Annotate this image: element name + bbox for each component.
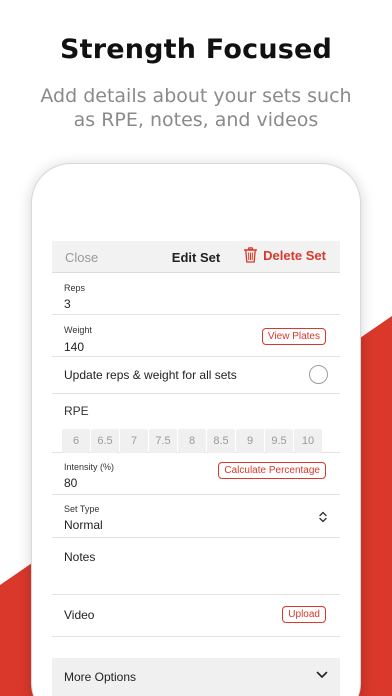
rpe-option[interactable]: 6: [62, 429, 90, 453]
rpe-option[interactable]: 10: [294, 429, 322, 453]
rpe-options: 6 6.5 7 7.5 8 8.5 9 9.5 10: [62, 429, 323, 453]
weight-label: Weight: [64, 325, 92, 335]
rpe-option[interactable]: 8.5: [207, 429, 235, 453]
set-type-value: Normal: [64, 518, 103, 532]
rpe-option[interactable]: 7: [120, 429, 148, 453]
video-label: Video: [64, 608, 95, 622]
set-type-select[interactable]: Set Type Normal: [52, 495, 340, 538]
rpe-label: RPE: [64, 404, 89, 418]
top-bar: Close Edit Set Delete Set: [52, 241, 340, 273]
update-all-sets-row[interactable]: Update reps & weight for all sets: [52, 357, 340, 394]
more-options-button[interactable]: More Options: [52, 658, 340, 696]
reps-value[interactable]: 3: [64, 297, 71, 311]
notes-label: Notes: [64, 550, 96, 564]
more-options-label: More Options: [64, 670, 137, 684]
rpe-option[interactable]: 9: [236, 429, 264, 453]
weight-field[interactable]: Weight 140 View Plates: [52, 315, 340, 357]
chevron-down-icon: [316, 671, 328, 678]
upload-video-button[interactable]: Upload: [282, 606, 326, 623]
intensity-label: Intensity (%): [64, 462, 115, 472]
rpe-option[interactable]: 9.5: [265, 429, 293, 453]
update-all-sets-radio[interactable]: [309, 365, 328, 384]
delete-set-label: Delete Set: [263, 247, 326, 263]
video-field: Video Upload: [52, 595, 340, 637]
rpe-option[interactable]: 7.5: [149, 429, 177, 453]
chevron-up-down-icon: [319, 511, 327, 523]
calculate-percentage-button[interactable]: Calculate Percentage: [218, 462, 326, 479]
edit-set-screen: Close Edit Set Delete Set Reps 3 Weight …: [52, 241, 340, 696]
weight-value[interactable]: 140: [64, 340, 84, 354]
rpe-option[interactable]: 6.5: [91, 429, 119, 453]
intensity-value[interactable]: 80: [64, 476, 77, 490]
rpe-option[interactable]: 8: [178, 429, 206, 453]
update-all-sets-label: Update reps & weight for all sets: [64, 368, 237, 382]
rpe-section: RPE 6 6.5 7 7.5 8 8.5 9 9.5 10: [52, 394, 340, 453]
trash-icon: [244, 247, 258, 263]
delete-set-button[interactable]: Delete Set: [244, 247, 326, 263]
intensity-field[interactable]: Intensity (%) 80 Calculate Percentage: [52, 453, 340, 495]
close-button[interactable]: Close: [65, 250, 98, 265]
view-plates-button[interactable]: View Plates: [261, 328, 326, 345]
set-type-label: Set Type: [64, 504, 100, 514]
notes-field[interactable]: Notes: [52, 538, 340, 595]
reps-field[interactable]: Reps 3: [52, 273, 340, 315]
reps-label: Reps: [64, 283, 86, 293]
